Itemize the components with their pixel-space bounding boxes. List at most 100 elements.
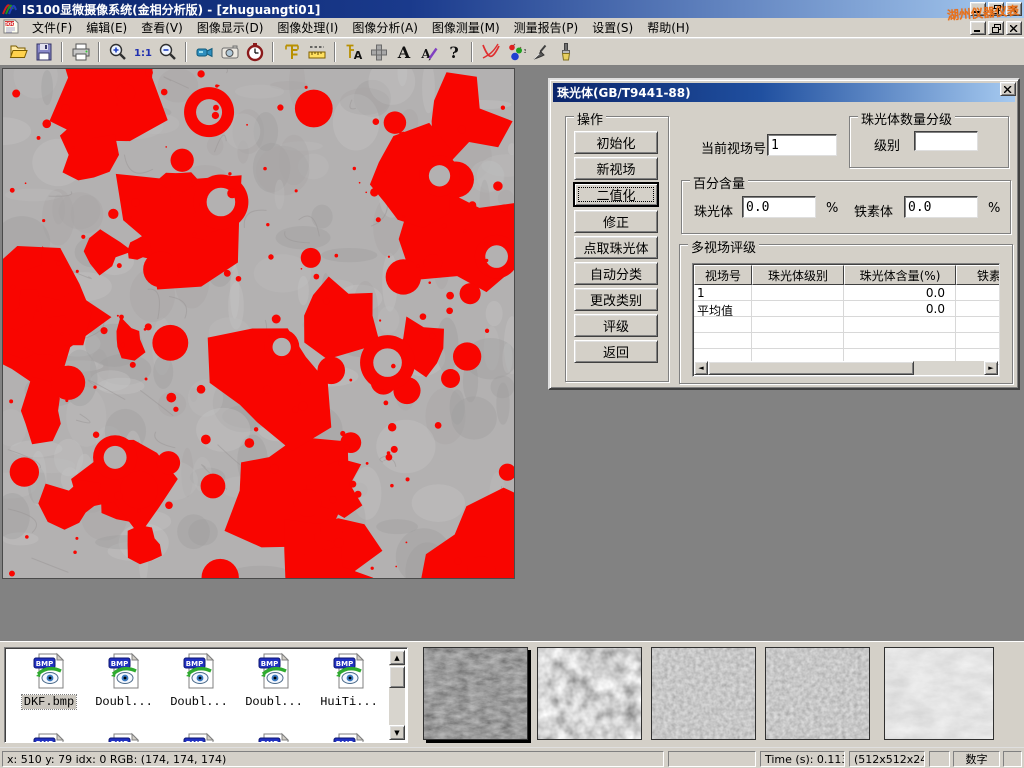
menu-help[interactable]: 帮助(H) (640, 17, 696, 38)
curve-tool-icon (480, 42, 502, 62)
scroll-thumb[interactable] (708, 361, 914, 375)
menu-file[interactable]: 文件(F) (25, 17, 79, 38)
menu-bar: DOC 文件(F) 编辑(E) 查看(V) 图像显示(D) 图像处理(I) 图像… (0, 18, 1024, 38)
change-class-button[interactable]: 更改类别 (574, 288, 658, 311)
open-file-button[interactable] (6, 40, 31, 64)
file-item[interactable]: BMPHuiTi... (313, 652, 385, 709)
file-item[interactable]: BMP (13, 732, 85, 743)
document-icon[interactable]: DOC (3, 19, 19, 37)
file-item[interactable]: BMPDoubl... (238, 652, 310, 709)
svg-text:BMP: BMP (36, 740, 53, 743)
zoom-out-button[interactable] (155, 40, 180, 64)
rate-button[interactable]: 评级 (574, 314, 658, 337)
scroll-thumb[interactable] (389, 666, 405, 688)
scroll-up-arrow[interactable]: ▲ (389, 650, 405, 665)
file-list-scrollbar[interactable]: ▲ ▼ (389, 650, 405, 740)
scroll-right-arrow[interactable]: ► (984, 361, 998, 375)
minimize-button[interactable] (970, 2, 986, 16)
table-row[interactable]: 10.0 (694, 285, 1000, 301)
close-button[interactable] (1006, 2, 1022, 16)
thumbnail-4[interactable] (765, 647, 870, 740)
pick-pearlite-button[interactable]: 点取珠光体 (574, 236, 658, 259)
help-button[interactable]: ? (441, 40, 466, 64)
thumbnail-3[interactable] (651, 647, 756, 740)
percent-group: 百分含量 珠光体 % 铁素体 % (681, 180, 1011, 234)
dialog-title-text: 珠光体(GB/T9441-88) (557, 84, 691, 101)
actual-size-button[interactable]: 1:1 (130, 40, 155, 64)
ferrite-percent-input[interactable] (904, 196, 978, 218)
file-item[interactable]: BMPDKF.bmp (13, 652, 85, 709)
edit-text-button[interactable]: A (416, 40, 441, 64)
curve-tool-button[interactable] (478, 40, 503, 64)
thumbnail-5[interactable] (884, 647, 994, 740)
svg-text:BMP: BMP (111, 660, 128, 668)
file-name: Doubl... (243, 695, 305, 709)
table-row[interactable] (694, 317, 1000, 333)
text-label-button[interactable]: A (391, 40, 416, 64)
menu-edit[interactable]: 编辑(E) (79, 17, 134, 38)
pen-button[interactable] (528, 40, 553, 64)
table-header-row: 视场号 珠光体级别 珠光体含量(%) 铁素体 (694, 265, 1000, 285)
initialize-button[interactable]: 初始化 (574, 131, 658, 154)
grade-group-label: 珠光体数量分级 (858, 109, 955, 128)
binarize-button[interactable]: 二值化 (574, 183, 658, 206)
menu-image-display[interactable]: 图像显示(D) (190, 17, 271, 38)
edit-text-icon: A (419, 42, 439, 62)
zoom-out-icon (158, 42, 178, 62)
dialog-close-button[interactable] (1000, 82, 1016, 96)
correct-button[interactable]: 修正 (574, 210, 658, 233)
menu-settings[interactable]: 设置(S) (585, 17, 640, 38)
menu-view[interactable]: 查看(V) (134, 17, 190, 38)
restore-button[interactable] (988, 2, 1004, 16)
return-button[interactable]: 返回 (574, 340, 658, 363)
menu-image-analysis[interactable]: 图像分析(A) (345, 17, 425, 38)
grade-input[interactable] (914, 131, 978, 151)
dialog-title-bar[interactable]: 珠光体(GB/T9441-88) (553, 83, 1015, 102)
current-field-input[interactable] (767, 134, 837, 156)
col-pearlite-grade[interactable]: 珠光体级别 (752, 265, 844, 285)
thumbnail-1[interactable] (423, 647, 528, 740)
file-item[interactable]: BMP (88, 732, 160, 743)
new-field-button[interactable]: 新视场 (574, 157, 658, 180)
thumbnail-2[interactable] (537, 647, 642, 740)
menu-image-measure[interactable]: 图像测量(M) (425, 17, 507, 38)
menu-image-process[interactable]: 图像处理(I) (270, 17, 345, 38)
child-minimize-button[interactable] (970, 21, 986, 35)
zoom-in-button[interactable] (105, 40, 130, 64)
capture-icon (220, 42, 240, 62)
table-h-scrollbar[interactable]: ◄ ► (694, 361, 998, 375)
caliper-button[interactable] (279, 40, 304, 64)
multi-field-group: 多视场评级 视场号 珠光体级别 珠光体含量(%) 铁素体 10.0 (679, 244, 1013, 384)
save-button[interactable] (31, 40, 56, 64)
col-field-no[interactable]: 视场号 (694, 265, 752, 285)
grid-cross-button[interactable] (366, 40, 391, 64)
child-close-button[interactable] (1006, 21, 1022, 35)
status-blank-2 (929, 751, 950, 767)
pearlite-percent-input[interactable] (742, 196, 816, 218)
particle-marks-button[interactable]: 3 (503, 40, 528, 64)
table-row[interactable]: 平均值0.0 (694, 301, 1000, 317)
col-ferrite[interactable]: 铁素体 (956, 265, 1000, 285)
measure-text-button[interactable]: A (341, 40, 366, 64)
status-mode: 数字 (953, 751, 1000, 767)
scroll-down-arrow[interactable]: ▼ (389, 725, 405, 740)
file-item[interactable]: BMPDoubl... (163, 652, 235, 709)
scroll-left-arrow[interactable]: ◄ (694, 361, 708, 375)
file-item[interactable]: BMP (313, 732, 385, 743)
file-item[interactable]: BMP (238, 732, 310, 743)
capture-button[interactable] (217, 40, 242, 64)
table-row[interactable] (694, 333, 1000, 349)
col-pearlite-pct[interactable]: 珠光体含量(%) (844, 265, 956, 285)
auto-classify-button[interactable]: 自动分类 (574, 262, 658, 285)
specimen-image[interactable] (3, 69, 514, 578)
brush-button[interactable] (553, 40, 578, 64)
file-item[interactable]: BMPDoubl... (88, 652, 160, 709)
menu-measure-report[interactable]: 测量报告(P) (507, 17, 586, 38)
file-item[interactable]: BMP (163, 732, 235, 743)
video-camera-icon (195, 42, 215, 62)
video-camera-button[interactable] (192, 40, 217, 64)
print-button[interactable] (68, 40, 93, 64)
timer-button[interactable] (242, 40, 267, 64)
ruler-button[interactable] (304, 40, 329, 64)
child-restore-button[interactable] (988, 21, 1004, 35)
